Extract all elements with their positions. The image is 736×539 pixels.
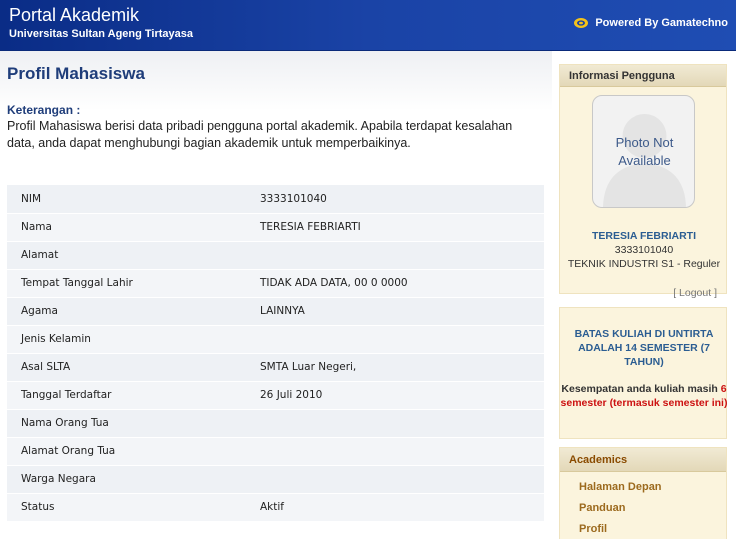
notice-title: BATAS KULIAH DI UNTIRTA ADALAH 14 SEMEST…: [574, 328, 714, 368]
photo-placeholder-text: Photo Not Available: [615, 135, 674, 168]
profile-row: Alamat: [7, 241, 544, 270]
profile-field-label: Jenis Kelamin: [7, 325, 246, 354]
user-info-panel: Informasi Pengguna Photo Not Available T…: [559, 64, 727, 299]
profile-field-label: Nama Orang Tua: [7, 409, 246, 438]
header-bar: Portal Akademik Universitas Sultan Ageng…: [0, 0, 736, 51]
academics-menu: Halaman Depan Panduan Profil: [579, 480, 662, 539]
academics-heading: Academics: [560, 448, 726, 472]
profile-field-value: Aktif: [246, 493, 544, 522]
app-title[interactable]: Portal Akademik: [9, 5, 139, 26]
study-limit-notice: BATAS KULIAH DI UNTIRTA ADALAH 14 SEMEST…: [559, 307, 727, 439]
app-subtitle: Universitas Sultan Ageng Tirtayasa: [9, 28, 194, 40]
profile-row: Nama Orang Tua: [7, 409, 544, 438]
menu-item-panduan[interactable]: Panduan: [579, 501, 662, 522]
profile-field-label: NIM: [7, 185, 246, 214]
logout-link-wrap: [ Logout ]: [673, 287, 717, 299]
user-info-heading: Informasi Pengguna: [560, 65, 726, 87]
profile-row: Tempat Tanggal Lahir TIDAK ADA DATA, 00 0…: [7, 269, 544, 298]
profile-field-label: Agama: [7, 297, 246, 326]
profile-field-label: Asal SLTA: [7, 353, 246, 382]
profile-row: Status Aktif: [7, 493, 544, 522]
powered-by: Powered By Gamatechno: [573, 17, 728, 29]
description: Keterangan : Profil Mahasiswa berisi dat…: [7, 103, 542, 152]
powered-by-text: Powered By Gamatechno: [595, 17, 728, 29]
profile-table: NIM 3333101040 Nama TERESIA FEBRIARTI Alamat…: [7, 185, 544, 522]
profile-field-value: [246, 437, 544, 466]
profile-field-value: SMTA Luar Negeri,: [246, 353, 544, 382]
user-name: TERESIA FEBRIARTI: [591, 230, 697, 242]
profile-field-label: Status: [7, 493, 246, 522]
user-photo: Photo Not Available: [592, 95, 695, 208]
profile-field-value: [246, 325, 544, 354]
academics-panel: Academics Halaman Depan Panduan Profil: [559, 447, 727, 539]
profile-field-value: 3333101040: [246, 185, 544, 214]
profile-row: Nama TERESIA FEBRIARTI: [7, 213, 544, 242]
profile-field-value: 26 Juli 2010: [246, 381, 544, 410]
profile-row: Asal SLTA SMTA Luar Negeri,: [7, 353, 544, 382]
profile-row: Alamat Orang Tua: [7, 437, 544, 466]
menu-item-profil[interactable]: Profil: [579, 522, 662, 539]
profile-field-value: LAINNYA: [246, 297, 544, 326]
profile-row: Agama LAINNYA: [7, 297, 544, 326]
profile-row: Warga Negara: [7, 465, 544, 494]
profile-row: NIM 3333101040: [7, 185, 544, 214]
profile-field-value: [246, 465, 544, 494]
logout-link[interactable]: [ Logout ]: [673, 287, 717, 299]
notice-body: Kesempatan anda kuliah masih 6 semester …: [560, 382, 728, 410]
profile-row: Tanggal Terdaftar 26 Juli 2010: [7, 381, 544, 410]
menu-item-halaman-depan[interactable]: Halaman Depan: [579, 480, 662, 501]
profile-field-value: [246, 409, 544, 438]
profile-field-label: Alamat Orang Tua: [7, 437, 246, 466]
notice-body-prefix: Kesempatan anda kuliah masih: [561, 383, 718, 395]
page-title: Profil Mahasiswa: [7, 64, 145, 83]
description-text: Profil Mahasiswa berisi data pribadi pen…: [7, 119, 513, 150]
profile-field-value: TIDAK ADA DATA, 00 0 0000: [246, 269, 544, 298]
user-nim: 3333101040: [614, 244, 674, 256]
gamatechno-logo-icon: [574, 18, 589, 28]
profile-field-label: Nama: [7, 213, 246, 242]
description-label: Keterangan :: [7, 103, 81, 117]
user-program: TEKNIK INDUSTRI S1 - Reguler: [567, 258, 721, 270]
main-content: Profil Mahasiswa Keterangan : Profil Mah…: [0, 51, 552, 539]
profile-field-value: [246, 241, 544, 270]
profile-field-value: TERESIA FEBRIARTI: [246, 213, 544, 242]
profile-row: Jenis Kelamin: [7, 325, 544, 354]
sidebar: Informasi Pengguna Photo Not Available T…: [559, 51, 727, 539]
profile-field-label: Warga Negara: [7, 465, 246, 494]
profile-field-label: Tanggal Terdaftar: [7, 381, 246, 410]
profile-field-label: Alamat: [7, 241, 246, 270]
profile-field-label: Tempat Tanggal Lahir: [7, 269, 246, 298]
